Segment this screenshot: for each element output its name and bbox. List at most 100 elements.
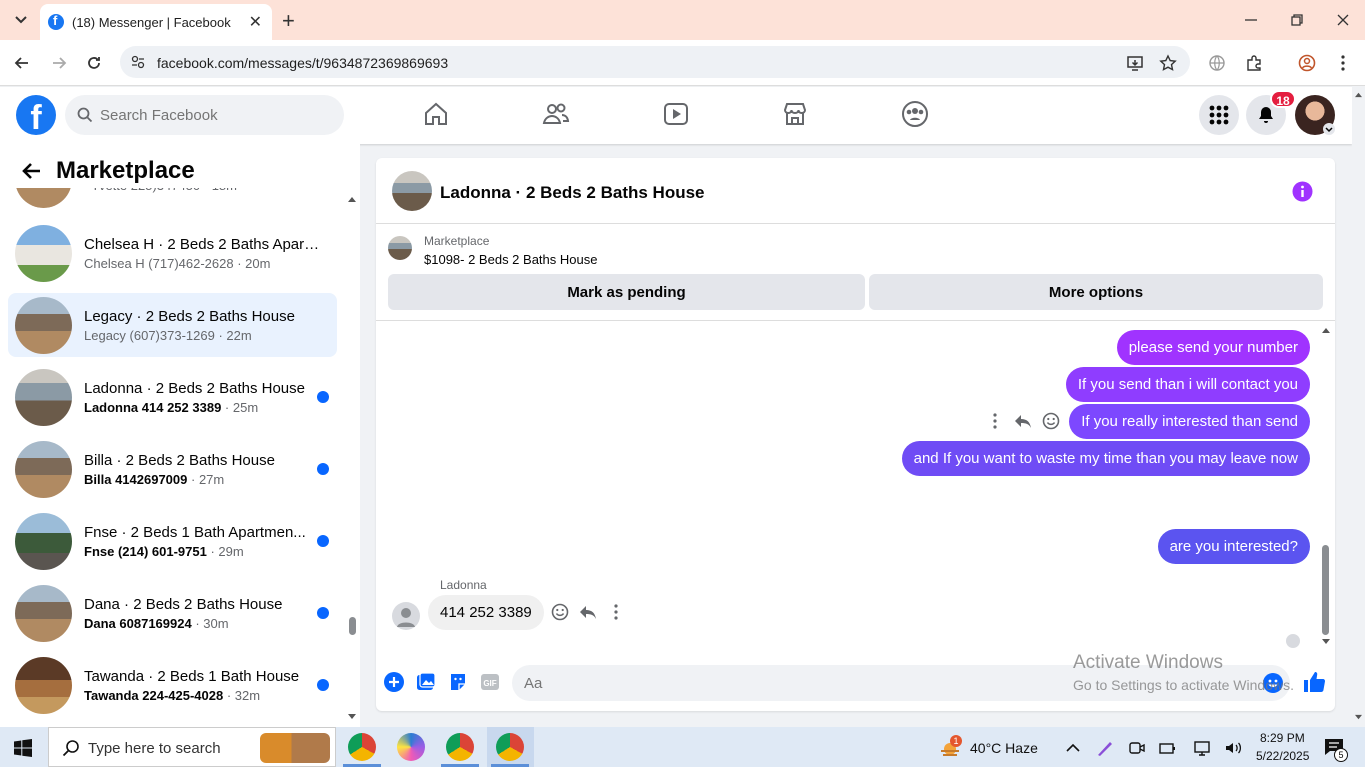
page-scrollbar[interactable] <box>1352 87 1365 727</box>
url-text[interactable]: facebook.com/messages/t/9634872369869693 <box>157 55 448 71</box>
windows-start-icon[interactable] <box>14 739 32 757</box>
profile-icon[interactable] <box>1298 54 1316 72</box>
mark-as-pending-button[interactable]: Mark as pending <box>388 274 865 310</box>
conversation-sub: Billa 4142697009 <box>84 471 188 487</box>
friends-icon[interactable] <box>542 100 570 128</box>
tray-chevron-up-icon[interactable] <box>1064 739 1082 757</box>
conversation-name: Tawanda · 2 Beds 1 Bath House <box>84 667 300 685</box>
received-message[interactable]: 414 252 3389 <box>428 595 544 630</box>
meet-now-icon[interactable] <box>1128 739 1146 757</box>
restore-icon[interactable] <box>1289 12 1305 28</box>
home-icon[interactable] <box>422 100 450 128</box>
react-emoji-icon[interactable] <box>551 603 569 621</box>
conversation-item[interactable]: Billa · 2 Beds 2 Baths House Billa 414269… <box>8 437 337 501</box>
photo-attach-icon[interactable] <box>416 672 436 692</box>
pen-icon[interactable] <box>1096 739 1114 757</box>
battery-network-icon[interactable] <box>1159 739 1177 757</box>
chat-listing-thumb[interactable] <box>392 171 432 211</box>
reply-icon[interactable] <box>1014 412 1032 430</box>
sent-message[interactable]: If you really interested than send <box>1069 404 1310 439</box>
weather-text[interactable]: 40°C Haze <box>970 740 1038 756</box>
unread-dot <box>317 391 329 403</box>
conversation-sub: Legacy (607)373-1269 <box>84 327 215 343</box>
conversation-item[interactable]: Chelsea H · 2 Beds 2 Baths Apart... Chels… <box>8 221 337 285</box>
taskbar-search-placeholder[interactable]: Type here to search <box>88 740 221 757</box>
conversation-time: 27m <box>198 471 225 487</box>
listing-thumb[interactable] <box>388 236 412 260</box>
page-scroll-up-icon[interactable] <box>1354 91 1363 98</box>
clock-date[interactable]: 5/22/2025 <box>1256 749 1309 763</box>
account-chevron-icon[interactable] <box>1323 123 1335 135</box>
page-scroll-down-icon[interactable] <box>1354 714 1363 721</box>
facebook-logo-icon[interactable]: f <box>16 95 56 135</box>
more-actions-icon[interactable] <box>986 412 1004 430</box>
reload-icon[interactable] <box>85 54 103 72</box>
sticker-icon[interactable] <box>448 672 468 692</box>
conversation-item[interactable]: Dana · 2 Beds 2 Baths House Dana 60871699… <box>8 581 337 645</box>
conversation-name: Chelsea H · 2 Beds 2 Baths Apart... <box>84 235 320 253</box>
close-window-icon[interactable] <box>1335 12 1351 28</box>
browser-menu-icon[interactable] <box>1336 54 1350 72</box>
thumbs-up-like-icon[interactable] <box>1302 670 1326 694</box>
translate-icon[interactable] <box>1208 54 1226 72</box>
volume-icon[interactable] <box>1224 739 1242 757</box>
chrome-app-icon[interactable] <box>348 733 376 761</box>
minimize-icon[interactable] <box>1243 12 1259 28</box>
site-info-icon[interactable] <box>130 54 146 70</box>
browser-tab[interactable]: (18) Messenger | Facebook ✕ <box>40 4 272 40</box>
back-arrow-icon[interactable] <box>22 161 42 181</box>
chat-scroll-up-icon[interactable] <box>1321 326 1331 334</box>
sent-message[interactable]: If you send than i will contact you <box>1065 367 1310 402</box>
chat-title[interactable]: Ladonna · 2 Beds 2 Baths House <box>440 183 705 203</box>
seen-indicator-avatar <box>1286 634 1300 648</box>
listing-price-title[interactable]: $1098- 2 Beds 2 Baths House <box>424 252 597 267</box>
search-highlight-image[interactable] <box>260 733 330 763</box>
react-emoji-icon[interactable] <box>1042 412 1060 430</box>
conversation-item[interactable]: Legacy · 2 Beds 2 Baths House Legacy (607… <box>8 293 337 357</box>
tab-close-icon[interactable]: ✕ <box>249 12 262 32</box>
activate-windows-subtitle: Go to Settings to activate Windows. <box>1073 677 1294 693</box>
chrome-profile-3-icon[interactable] <box>496 733 524 761</box>
sidebar-scrollbar[interactable] <box>346 144 360 727</box>
chrome-profile-2-icon[interactable] <box>446 733 474 761</box>
bell-icon <box>1259 107 1273 123</box>
chat-header-divider <box>376 223 1335 224</box>
install-app-icon[interactable] <box>1126 54 1144 72</box>
conversation-item[interactable]: Fnse · 2 Beds 1 Bath Apartmen... Fnse (21… <box>8 509 337 573</box>
sender-avatar[interactable] <box>392 602 420 630</box>
conversation-preview: Billa 4142697009 · 27m <box>84 472 317 487</box>
facebook-search-box[interactable] <box>65 95 344 135</box>
groups-icon[interactable] <box>901 100 929 128</box>
copilot-app-icon[interactable] <box>397 733 425 761</box>
gif-icon[interactable]: GIF <box>480 672 500 692</box>
chat-scroll-thumb[interactable] <box>1322 545 1329 635</box>
info-icon[interactable] <box>1292 181 1313 202</box>
extensions-icon[interactable] <box>1245 54 1263 72</box>
scroll-down-icon[interactable] <box>347 713 357 721</box>
more-actions-icon[interactable] <box>607 603 625 621</box>
sidebar-scroll-thumb[interactable] <box>349 617 356 635</box>
facebook-search-input[interactable] <box>100 95 335 135</box>
clock-time[interactable]: 8:29 PM <box>1260 731 1305 745</box>
conversation-item[interactable]: Tawanda · 2 Beds 1 Bath House Tawanda 224… <box>8 653 337 717</box>
conversation-item[interactable]: Ladonna · 2 Beds 2 Baths House Ladonna 41… <box>8 365 337 429</box>
conversation-thumb <box>15 224 72 282</box>
tab-search-chevron-icon[interactable] <box>12 10 30 28</box>
video-icon[interactable] <box>662 100 690 128</box>
bookmark-star-icon[interactable] <box>1159 54 1177 72</box>
more-options-button[interactable]: More options <box>869 274 1323 310</box>
network-icon[interactable] <box>1193 739 1211 757</box>
sent-message[interactable]: are you interested? <box>1157 529 1310 564</box>
scroll-up-icon[interactable] <box>347 195 357 203</box>
plus-actions-icon[interactable] <box>384 672 404 692</box>
reply-icon[interactable] <box>579 603 597 621</box>
forward-arrow-icon[interactable] <box>50 54 68 72</box>
sent-message[interactable]: please send your number <box>1116 330 1310 365</box>
conversation-time: 32m <box>234 687 261 703</box>
menu-button[interactable] <box>1199 95 1239 135</box>
new-tab-button[interactable]: + <box>282 8 295 34</box>
marketplace-icon[interactable] <box>781 100 809 128</box>
sent-message[interactable]: and If you want to waste my time than yo… <box>901 441 1310 476</box>
back-arrow-icon[interactable] <box>13 54 31 72</box>
chat-scroll-down-icon[interactable] <box>1321 638 1331 646</box>
